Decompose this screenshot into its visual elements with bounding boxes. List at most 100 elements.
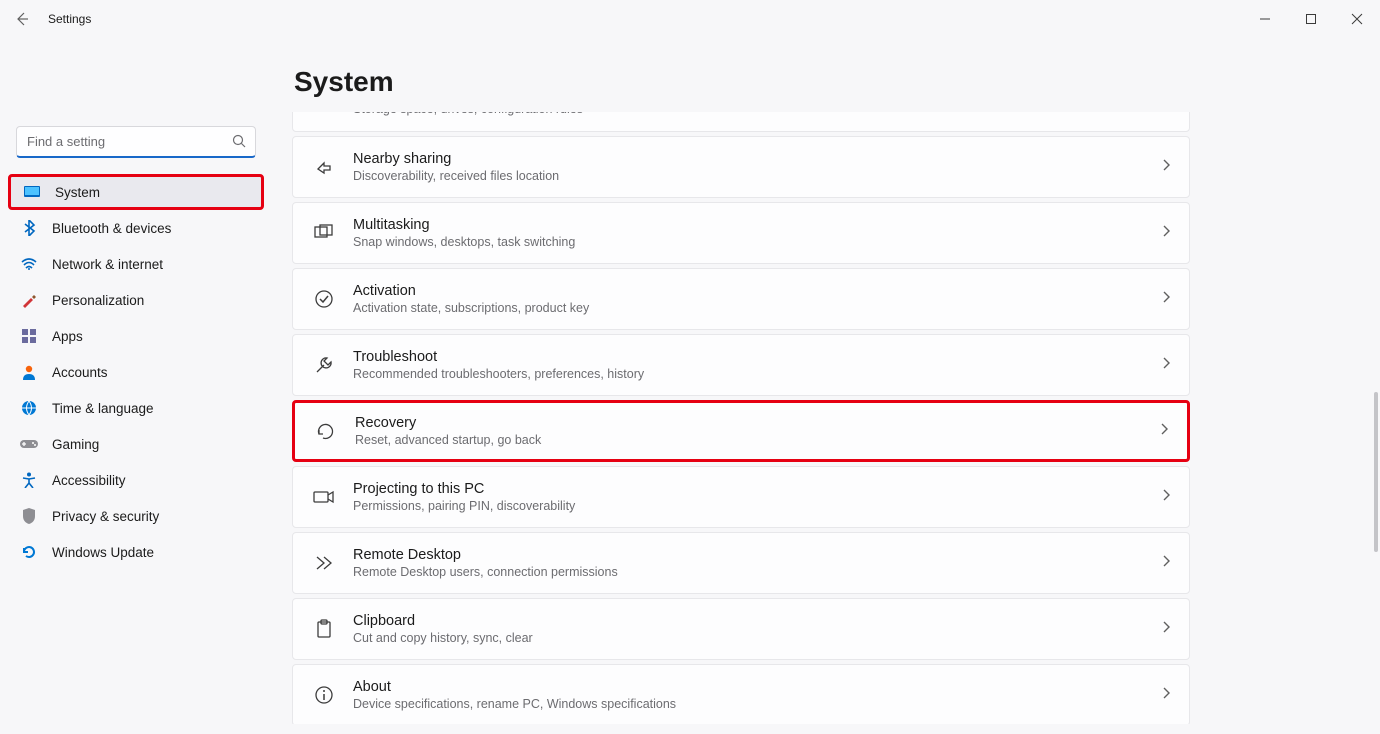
settings-row-nearby-sharing[interactable]: Nearby sharingDiscoverability, received … — [292, 136, 1190, 198]
row-title: Projecting to this PC — [353, 481, 1161, 497]
sidebar-item-bluetooth[interactable]: Bluetooth & devices — [8, 210, 264, 246]
chevron-right-icon — [1161, 290, 1171, 309]
sidebar-item-label: Bluetooth & devices — [52, 221, 171, 236]
settings-row-projecting[interactable]: Projecting to this PCPermissions, pairin… — [292, 466, 1190, 528]
maximize-icon — [1305, 13, 1317, 25]
privacy-icon — [20, 507, 38, 525]
chevron-right-icon — [1159, 422, 1169, 441]
row-subtitle: Device specifications, rename PC, Window… — [353, 697, 1161, 711]
row-text: Projecting to this PCPermissions, pairin… — [353, 481, 1161, 513]
row-title: Recovery — [355, 415, 1159, 431]
chevron-right-icon — [1161, 356, 1171, 375]
scrollbar[interactable] — [1374, 112, 1378, 724]
back-arrow-icon — [14, 11, 30, 27]
chevron-right-icon — [1161, 224, 1171, 243]
sidebar-item-windows-update[interactable]: Windows Update — [8, 534, 264, 570]
clipboard-icon — [311, 616, 337, 642]
recovery-icon — [313, 418, 339, 444]
system-icon — [23, 183, 41, 201]
app-title: Settings — [48, 12, 91, 26]
remote-desktop-icon — [311, 550, 337, 576]
search-wrap — [16, 126, 256, 158]
titlebar-left: Settings — [10, 7, 91, 31]
search-icon — [232, 134, 246, 153]
scrollbar-thumb[interactable] — [1374, 392, 1378, 552]
row-subtitle: Snap windows, desktops, task switching — [353, 235, 1161, 249]
sidebar-item-label: Network & internet — [52, 257, 163, 272]
sidebar-item-label: Gaming — [52, 437, 99, 452]
row-text: Remote DesktopRemote Desktop users, conn… — [353, 547, 1161, 579]
settings-row-storage[interactable]: Storage space, drives, configuration rul… — [292, 112, 1190, 132]
window-controls — [1242, 0, 1380, 38]
sidebar-item-label: Apps — [52, 329, 83, 344]
projecting-icon — [311, 484, 337, 510]
settings-row-recovery[interactable]: RecoveryReset, advanced startup, go back — [292, 400, 1190, 462]
settings-row-remote-desktop[interactable]: Remote DesktopRemote Desktop users, conn… — [292, 532, 1190, 594]
personalization-icon — [20, 291, 38, 309]
search-input[interactable] — [16, 126, 256, 158]
maximize-button[interactable] — [1288, 0, 1334, 38]
row-text: Activation Activation state, subscription… — [353, 283, 1161, 315]
sidebar-item-network[interactable]: Network & internet — [8, 246, 264, 282]
sidebar-item-label: Accounts — [52, 365, 108, 380]
row-text: Clipboard Cut and copy history, sync, cle… — [353, 613, 1161, 645]
chevron-right-icon — [1161, 554, 1171, 573]
row-title: Clipboard — [353, 613, 1161, 629]
scroll-area: Storage space, drives, configuration rul… — [292, 112, 1380, 724]
settings-list: Storage space, drives, configuration rul… — [292, 112, 1380, 724]
row-text: RecoveryReset, advanced startup, go back — [355, 415, 1159, 447]
network-icon — [20, 255, 38, 273]
back-button[interactable] — [10, 7, 34, 31]
titlebar: Settings — [0, 0, 1380, 38]
sidebar-item-system[interactable]: System — [8, 174, 264, 210]
close-button[interactable] — [1334, 0, 1380, 38]
activation-icon — [311, 286, 337, 312]
bluetooth-icon — [20, 219, 38, 237]
chevron-right-icon — [1161, 686, 1171, 705]
sidebar-item-label: Windows Update — [52, 545, 154, 560]
sidebar-item-label: Time & language — [52, 401, 154, 416]
minimize-button[interactable] — [1242, 0, 1288, 38]
troubleshoot-icon — [311, 352, 337, 378]
row-subtitle: Cut and copy history, sync, clear — [353, 631, 1161, 645]
settings-row-multitasking[interactable]: Multitasking Snap windows, desktops, task… — [292, 202, 1190, 264]
sidebar-item-label: Privacy & security — [52, 509, 159, 524]
row-subtitle: Discoverability, received files location — [353, 169, 1161, 183]
sidebar-item-apps[interactable]: Apps — [8, 318, 264, 354]
sidebar-item-accessibility[interactable]: Accessibility — [8, 462, 264, 498]
row-title: About — [353, 679, 1161, 695]
sidebar-item-label: Personalization — [52, 293, 144, 308]
settings-row-about[interactable]: About Device specifications, rename PC, W… — [292, 664, 1190, 724]
content: System Storage space, drives, configurat… — [272, 38, 1380, 734]
windows-update-icon — [20, 543, 38, 561]
row-title: Multitasking — [353, 217, 1161, 233]
chevron-right-icon — [1161, 158, 1171, 177]
sidebar-item-accounts[interactable]: Accounts — [8, 354, 264, 390]
sidebar-item-privacy[interactable]: Privacy & security — [8, 498, 264, 534]
nearby-sharing-icon — [311, 154, 337, 180]
accounts-icon — [20, 363, 38, 381]
row-title: Activation — [353, 283, 1161, 299]
row-text: Storage space, drives, configuration rul… — [353, 112, 1161, 116]
sidebar-item-label: Accessibility — [52, 473, 126, 488]
row-text: About Device specifications, rename PC, W… — [353, 679, 1161, 711]
close-icon — [1351, 13, 1363, 25]
row-subtitle: Storage space, drives, configuration rul… — [353, 112, 1161, 116]
sidebar-item-time-language[interactable]: Time & language — [8, 390, 264, 426]
row-text: TroubleshootRecommended troubleshooters,… — [353, 349, 1161, 381]
row-text: Multitasking Snap windows, desktops, task… — [353, 217, 1161, 249]
row-subtitle: Activation state, subscriptions, product… — [353, 301, 1161, 315]
settings-row-activation[interactable]: Activation Activation state, subscription… — [292, 268, 1190, 330]
chevron-right-icon — [1161, 112, 1171, 118]
row-subtitle: Recommended troubleshooters, preferences… — [353, 367, 1161, 381]
settings-row-troubleshoot[interactable]: TroubleshootRecommended troubleshooters,… — [292, 334, 1190, 396]
page-title: System — [294, 66, 1380, 98]
sidebar: System Bluetooth & devices Network & inter… — [0, 38, 272, 734]
sidebar-item-label: System — [55, 185, 100, 200]
multitasking-icon — [311, 220, 337, 246]
time-language-icon — [20, 399, 38, 417]
settings-row-clipboard[interactable]: Clipboard Cut and copy history, sync, cle… — [292, 598, 1190, 660]
sidebar-item-gaming[interactable]: Gaming — [8, 426, 264, 462]
accessibility-icon — [20, 471, 38, 489]
sidebar-item-personalization[interactable]: Personalization — [8, 282, 264, 318]
